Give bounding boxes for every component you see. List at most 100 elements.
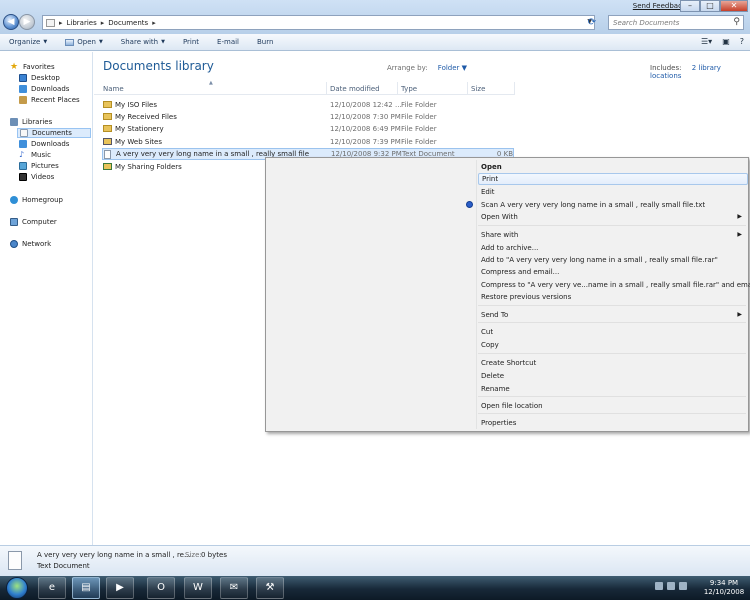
nav-label: Favorites (23, 63, 55, 71)
file-row[interactable]: My Received Files 12/10/2008 7:30 PM Fil… (102, 111, 514, 123)
column-divider[interactable] (326, 82, 327, 95)
forward-button[interactable]: ▶ (19, 14, 35, 30)
file-type: File Folder (401, 138, 437, 146)
nav-recent-places[interactable]: Recent Places (19, 96, 80, 104)
arrange-value-dropdown[interactable]: Folder ▼ (438, 64, 467, 72)
column-header-name[interactable]: Name (103, 85, 124, 93)
file-name: My Stationery (115, 125, 164, 133)
menu-item-print[interactable]: Print (478, 173, 748, 185)
file-row[interactable]: My Stationery 12/10/2008 6:49 PM File Fo… (102, 123, 514, 135)
send-feedback-link[interactable]: Send Feedback (633, 2, 686, 10)
menu-item-open[interactable]: Open (481, 161, 746, 173)
menu-item-share-with[interactable]: Share with ▶ (481, 229, 746, 241)
column-header-size[interactable]: Size (471, 85, 485, 93)
antivirus-scan-icon (466, 201, 473, 208)
search-input[interactable]: Search Documents ⚲ (608, 15, 744, 30)
network-status-icon[interactable] (667, 582, 675, 590)
chevron-right-icon[interactable]: ▸ (152, 19, 156, 27)
help-icon[interactable]: ? (740, 37, 744, 46)
menu-item-copy[interactable]: Copy (481, 339, 746, 351)
tools-icon[interactable]: ⚒ (256, 577, 284, 599)
nav-favorites[interactable]: ★ Favorites (10, 63, 55, 72)
menu-item-open-file-location[interactable]: Open file location (481, 400, 746, 412)
column-header-date[interactable]: Date modified (330, 85, 380, 93)
view-controls: ☰▾ ▣ ? (701, 37, 744, 46)
nav-libraries[interactable]: Libraries (10, 118, 52, 126)
navigation-pane: ★ Favorites Desktop Downloads Recent Pla… (0, 52, 93, 545)
menu-item-restore-versions[interactable]: Restore previous versions (481, 291, 746, 303)
organize-button[interactable]: Organize ▼ (0, 38, 56, 46)
nav-pictures[interactable]: Pictures (19, 162, 59, 170)
network-icon (10, 240, 18, 248)
start-button[interactable] (6, 577, 28, 599)
column-header-row: ▲ Name Date modified Type Size (94, 80, 515, 95)
videos-icon (19, 173, 27, 181)
burn-button[interactable]: Burn (248, 38, 282, 46)
nav-label: Desktop (31, 74, 60, 82)
nav-network[interactable]: Network (10, 240, 51, 248)
column-header-type[interactable]: Type (401, 85, 417, 93)
file-type: File Folder (401, 101, 437, 109)
email-button[interactable]: E-mail (208, 38, 248, 46)
chevron-right-icon[interactable]: ▸ (101, 19, 105, 27)
internet-explorer-icon[interactable]: e (38, 577, 66, 599)
menu-item-send-to[interactable]: Send To ▶ (481, 309, 746, 321)
menu-item-scan[interactable]: Scan A very very very long name in a sma… (481, 199, 746, 211)
nav-homegroup[interactable]: Homegroup (10, 196, 63, 204)
print-button[interactable]: Print (174, 38, 208, 46)
search-icon[interactable]: ⚲ (733, 17, 740, 27)
folder-icon (103, 125, 112, 132)
volume-icon[interactable] (679, 582, 687, 590)
nav-documents[interactable]: Documents (17, 128, 91, 138)
clock[interactable]: 9:34 PM 12/10/2008 (702, 579, 746, 597)
menu-item-add-to-rar[interactable]: Add to "A very very very long name in a … (481, 254, 746, 266)
views-icon[interactable]: ☰▾ (701, 37, 712, 46)
menu-item-rename[interactable]: Rename (481, 383, 746, 395)
column-divider[interactable] (397, 82, 398, 95)
details-size-value: 0 bytes (201, 551, 227, 559)
minimize-button[interactable]: – (680, 0, 700, 12)
refresh-icon[interactable]: ⟳ (585, 16, 599, 30)
file-row[interactable]: My ISO Files 12/10/2008 12:42 ... File F… (102, 99, 514, 111)
menu-item-open-with[interactable]: Open With ▶ (481, 211, 746, 223)
menu-item-cut[interactable]: Cut (481, 326, 746, 338)
nav-downloads[interactable]: Downloads (19, 85, 69, 93)
menu-item-compress-email[interactable]: Compress and email... (481, 266, 746, 278)
flag-icon[interactable] (655, 582, 663, 590)
windows-explorer-icon[interactable]: ▤ (72, 577, 100, 599)
column-divider[interactable] (514, 82, 515, 95)
breadcrumb-libraries[interactable]: Libraries (67, 19, 97, 27)
column-divider[interactable] (467, 82, 468, 95)
word-icon[interactable]: W (184, 577, 212, 599)
menu-item-delete[interactable]: Delete (481, 370, 746, 382)
music-icon: ♪ (19, 150, 25, 159)
menu-item-create-shortcut[interactable]: Create Shortcut (481, 357, 746, 369)
nav-music[interactable]: ♪ Music (19, 150, 51, 160)
menu-separator (478, 322, 746, 323)
open-button[interactable]: Open ▼ (56, 38, 112, 46)
nav-label: Downloads (31, 85, 70, 93)
file-name: My Web Sites (115, 138, 162, 146)
outlook-icon[interactable]: O (147, 577, 175, 599)
maximize-button[interactable]: □ (700, 0, 720, 12)
breadcrumb-documents[interactable]: Documents (108, 19, 148, 27)
nav-videos[interactable]: Videos (19, 173, 54, 181)
menu-item-edit[interactable]: Edit (481, 186, 746, 198)
address-field[interactable]: ▸ Libraries ▸ Documents ▸ ▼ (42, 15, 595, 30)
media-player-icon[interactable]: ▶ (106, 577, 134, 599)
mail-icon[interactable]: ✉ (220, 577, 248, 599)
nav-library-downloads[interactable]: Downloads (19, 140, 69, 148)
preview-pane-icon[interactable]: ▣ (722, 37, 730, 46)
nav-label: Libraries (22, 118, 53, 126)
back-button[interactable]: ◀ (3, 14, 19, 30)
share-with-button[interactable]: Share with ▼ (112, 38, 174, 46)
nav-desktop[interactable]: Desktop (19, 74, 60, 82)
menu-item-properties[interactable]: Properties (481, 417, 746, 429)
chevron-right-icon[interactable]: ▸ (59, 19, 63, 27)
file-row[interactable]: My Web Sites 12/10/2008 7:39 PM File Fol… (102, 136, 514, 148)
menu-item-add-to-archive[interactable]: Add to archive... (481, 242, 746, 254)
nav-computer[interactable]: Computer (10, 218, 57, 226)
downloads-icon (19, 85, 27, 93)
menu-item-compress-rar-email[interactable]: Compress to "A very very ve...name in a … (481, 279, 750, 291)
close-button[interactable]: ✕ (720, 0, 748, 12)
